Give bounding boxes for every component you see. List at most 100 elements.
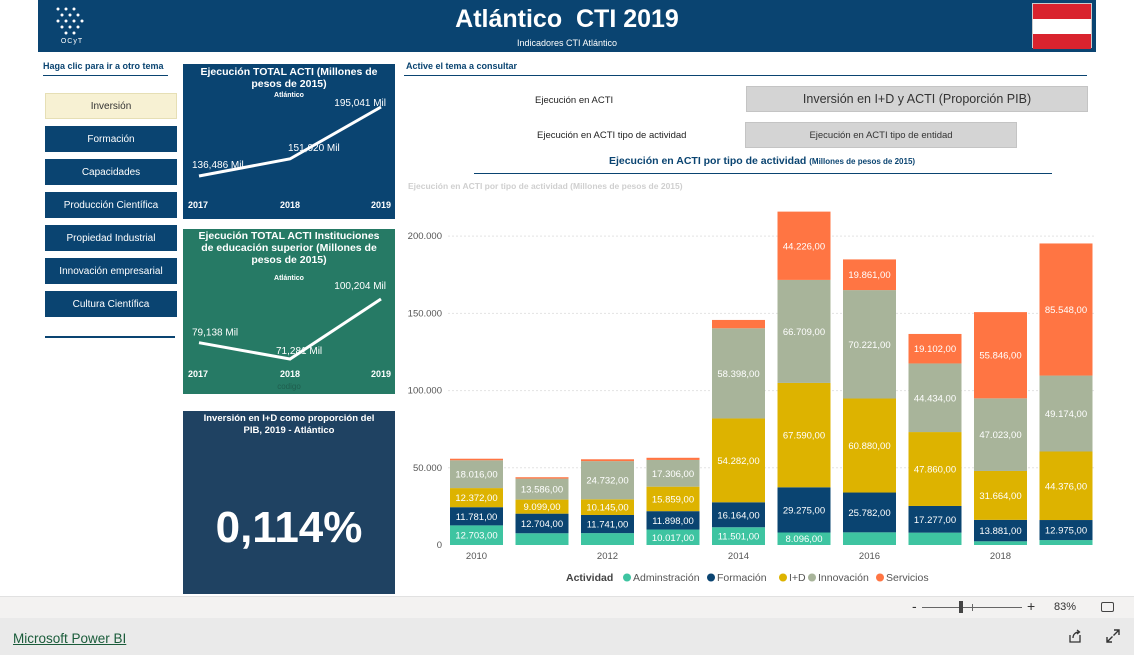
bar-data-label: 10.017,00 (652, 533, 694, 544)
sparkline-data-label: 71,281 Mil (276, 346, 322, 357)
bar-data-label: 12.703,00 (455, 531, 497, 542)
bar-segment[interactable] (515, 533, 569, 545)
topic-heading: Active el tema a consultar (406, 61, 518, 71)
share-icon[interactable] (1067, 628, 1083, 644)
bar-data-label: 9.099,00 (524, 502, 561, 513)
sparkline-axis-label: codigo (277, 382, 301, 391)
legend-marker[interactable] (707, 573, 715, 582)
report-subtitle: Indicadores CTI Atlántico (516, 38, 618, 48)
y-tick-label: 150.000 (408, 308, 442, 319)
chart-title: Ejecución en ACTI por tipo de actividad … (474, 155, 1050, 167)
sparkline-data-label: 136,486 Mil (192, 160, 244, 171)
x-tick-label: 2012 (597, 551, 618, 562)
flag-stripe-bottom (1033, 34, 1091, 49)
legend-item[interactable]: Innovación (818, 572, 869, 584)
total-acti-line-chart: 136,486 Mil 2017 151,020 Mil 2018 195,041 Mi… (188, 98, 391, 210)
bar-data-label: 15.859,00 (652, 494, 694, 505)
nav-bottom-divider (45, 336, 175, 338)
activity-stacked-bar-chart[interactable]: 0 50.000 100.000 150.000 200.000 12.703,00 11.… (400, 190, 1100, 590)
nav-button-produccion-cientifica[interactable]: Producción Científica (45, 192, 177, 218)
row2-label: Ejecución en ACTI tipo de actividad (537, 130, 687, 141)
legend-item[interactable]: Adminstración (633, 572, 700, 584)
chart-title-divider (474, 173, 1052, 174)
bar-data-label: 17.277,00 (914, 515, 956, 526)
report-canvas: OCyT Atlántico CTI 2019 Indicadores CTI … (0, 0, 1134, 655)
x-tick-label: 2018 (990, 551, 1011, 562)
bar-segment[interactable] (450, 458, 503, 461)
y-tick-label: 0 (437, 540, 442, 551)
bar-data-label: 49.174,00 (1045, 409, 1087, 420)
legend-marker[interactable] (779, 573, 787, 582)
bar-data-label: 47.860,00 (914, 465, 956, 476)
legend-item[interactable]: Formación (717, 572, 767, 584)
nav-button-formacion[interactable]: Formación (45, 126, 177, 152)
bar-data-label: 17.306,00 (652, 469, 694, 480)
fullscreen-icon[interactable] (1105, 628, 1121, 644)
bar-segment[interactable] (515, 477, 569, 479)
legend-marker[interactable] (623, 573, 631, 582)
zoom-in-button[interactable]: + (1027, 598, 1035, 614)
sparkline-year-label: 2018 (280, 369, 300, 379)
chart-title-main: Ejecución en ACTI por tipo de actividad (608, 155, 807, 167)
bar-data-label: 24.732,00 (586, 476, 628, 487)
bar-data-label: 18.016,00 (455, 470, 497, 481)
bar-segment[interactable] (1039, 540, 1093, 545)
powerbi-link[interactable]: Microsoft Power BI (13, 631, 126, 646)
bar-data-label: 66.709,00 (783, 327, 825, 338)
zoom-out-button[interactable]: - (912, 598, 917, 614)
bar-data-label: 44.434,00 (914, 393, 956, 404)
rd-acti-gdp-button[interactable]: Inversión en I+D y ACTI (Proporción PIB) (746, 86, 1088, 112)
legend-item[interactable]: I+D (789, 572, 806, 584)
rd-gdp-card[interactable]: Inversión en I+D como proporción del PIB… (183, 411, 395, 594)
zoom-slider-midmark (972, 604, 973, 611)
flag-stripe-top (1033, 4, 1091, 19)
sparkline-year-label: 2017 (188, 200, 208, 210)
chart-title-units: (Millones de pesos de 2015) (809, 157, 916, 166)
bar-segment[interactable] (974, 541, 1027, 545)
bar-data-label: 12.704,00 (521, 519, 563, 530)
bar-segment[interactable] (581, 533, 634, 545)
sparkline-year-label: 2018 (280, 200, 300, 210)
nav-button-cultura-cientifica[interactable]: Cultura Científica (45, 291, 177, 317)
entity-type-button[interactable]: Ejecución en ACTI tipo de entidad (745, 122, 1017, 148)
bar-data-label: 25.782,00 (848, 508, 890, 519)
flag-stripe-middle (1033, 19, 1091, 34)
legend-marker[interactable] (808, 573, 816, 582)
nav-button-propiedad-industrial[interactable]: Propiedad Industrial (45, 225, 177, 251)
bar-data-label: 60.880,00 (848, 441, 890, 452)
nav-button-innovacion-empresarial[interactable]: Innovación empresarial (45, 258, 177, 284)
ies-acti-card[interactable]: Ejecución TOTAL ACTI Instituciones de ed… (183, 229, 395, 394)
x-tick-label: 2014 (728, 551, 749, 562)
legend-marker[interactable] (876, 573, 884, 582)
bar-segment[interactable] (646, 457, 700, 460)
bar-data-label: 47.023,00 (979, 430, 1021, 441)
bar-segment[interactable] (712, 319, 765, 329)
sparkline-year-label: 2017 (188, 369, 208, 379)
bar-data-label: 11.501,00 (718, 532, 760, 543)
bar-data-label: 16.164,00 (717, 510, 759, 521)
x-tick-label: 2010 (466, 551, 487, 562)
bar-data-label: 44.226,00 (783, 241, 825, 252)
sparkline-data-label: 195,041 Mil (334, 98, 386, 109)
legend-item[interactable]: Servicios (886, 572, 929, 584)
bar-data-label: 67.590,00 (783, 431, 825, 442)
bar-segment[interactable] (843, 532, 896, 545)
nav-button-inversion[interactable]: Inversión (45, 93, 177, 119)
fit-to-page-icon[interactable] (1101, 602, 1114, 612)
sparkline-data-label: 100,204 Mil (334, 281, 386, 292)
sparkline-data-label: 151,020 Mil (288, 143, 340, 154)
topic-divider (404, 75, 1087, 76)
zoom-slider-thumb[interactable] (959, 601, 963, 613)
total-acti-card[interactable]: Ejecución TOTAL ACTI (Millones de pesos … (183, 64, 395, 219)
bar-data-label: 55.846,00 (979, 351, 1021, 362)
nav-button-capacidades[interactable]: Capacidades (45, 159, 177, 185)
rd-gdp-value: 0,114% (215, 503, 363, 552)
powerbi-footer: Microsoft Power BI (0, 618, 1134, 655)
sparkline-year-label: 2019 (371, 200, 391, 210)
bar-segment[interactable] (581, 459, 634, 462)
bar-segment[interactable] (908, 532, 962, 545)
bar-data-label: 44.376,00 (1045, 481, 1087, 492)
bar-data-label: 19.102,00 (914, 344, 956, 355)
bar-data-label: 54.282,00 (717, 456, 759, 467)
nav-heading: Haga clic para ir a otro tema (43, 61, 164, 71)
